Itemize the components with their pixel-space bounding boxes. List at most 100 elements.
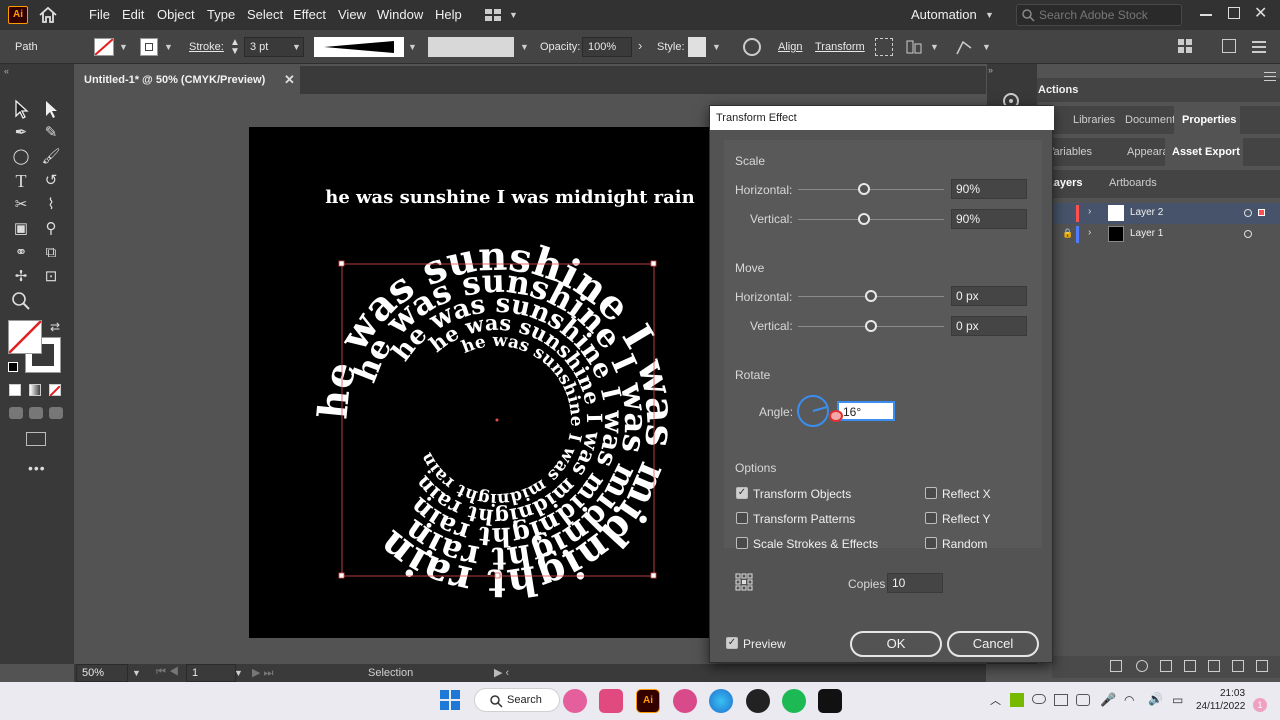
new-layer-icon[interactable] <box>1232 660 1244 672</box>
rotate-tool-icon[interactable]: ↺ <box>40 170 62 192</box>
layer-name[interactable]: Layer 2 <box>1130 207 1163 218</box>
opacity-field[interactable]: 100% <box>582 37 632 57</box>
paintbrush-tool-icon[interactable]: 🖌 <box>40 146 62 168</box>
collapse-panel-icon[interactable]: « <box>4 66 9 76</box>
reference-point-icon[interactable] <box>735 573 753 591</box>
tab-variables[interactable]: Variables <box>1047 146 1092 158</box>
layer-row-layer-1[interactable]: 🔒 › Layer 1 <box>1052 224 1280 245</box>
random-label[interactable]: Random <box>942 537 987 551</box>
artboard-tool-icon[interactable]: ⊡ <box>40 266 62 288</box>
resize-handle[interactable] <box>650 260 657 267</box>
swap-colors-icon[interactable]: ⇄ <box>50 320 60 334</box>
distribute-icon[interactable] <box>905 38 923 56</box>
reflect-y-checkbox[interactable] <box>925 512 937 524</box>
chevron-down-icon[interactable]: ▼ <box>985 10 994 20</box>
menu-edit[interactable]: Edit <box>122 7 144 22</box>
ok-button[interactable]: OK <box>850 631 942 657</box>
menu-effect[interactable]: Effect <box>293 7 326 22</box>
chevron-down-icon[interactable]: ▼ <box>132 668 141 678</box>
tray-chevron-up-icon[interactable]: ︿ <box>990 692 1001 708</box>
menu-view[interactable]: View <box>338 7 366 22</box>
move-horizontal-field[interactable]: 0 px <box>951 286 1027 306</box>
stroke-stepper-icon[interactable]: ▲ ▼ <box>230 38 240 57</box>
trash-icon[interactable] <box>1256 660 1268 672</box>
draw-normal-icon[interactable] <box>9 407 23 419</box>
puppet-warp-icon[interactable] <box>955 38 973 56</box>
app-icon-pink[interactable] <box>563 689 587 713</box>
chevron-down-icon[interactable]: ▼ <box>119 42 128 52</box>
menu-help[interactable]: Help <box>435 7 462 22</box>
chevron-down-icon[interactable]: ▼ <box>982 42 991 52</box>
spotify-icon[interactable] <box>782 689 806 713</box>
clock-date[interactable]: 24/11/2022 <box>1196 701 1245 712</box>
battery-icon[interactable]: ▭ <box>1172 693 1183 707</box>
angle-field[interactable]: 16° <box>837 401 895 421</box>
actions-title[interactable]: Actions <box>1038 84 1078 96</box>
chevron-down-icon[interactable]: ▼ <box>408 42 417 52</box>
transform-patterns-label[interactable]: Transform Patterns <box>753 512 855 526</box>
maximize-icon[interactable] <box>1228 7 1240 19</box>
nvidia-tray-icon[interactable] <box>1010 693 1024 707</box>
color-mode-icon[interactable] <box>9 384 21 396</box>
chevron-down-icon[interactable]: ▼ <box>234 668 243 678</box>
new-sublayer-icon[interactable] <box>1208 660 1220 672</box>
preview-checkbox[interactable]: ✓ <box>726 637 738 649</box>
draw-inside-icon[interactable] <box>49 407 63 419</box>
document-tab[interactable]: Untitled-1* @ 50% (CMYK/Preview) ✕ <box>74 66 300 94</box>
target-icon[interactable] <box>1244 209 1252 217</box>
arrange-documents-icon[interactable] <box>484 8 502 22</box>
chevron-down-icon[interactable]: ▼ <box>509 10 518 20</box>
preview-label[interactable]: Preview <box>743 637 786 651</box>
tab-asset-export[interactable]: Asset Export <box>1172 146 1240 158</box>
cancel-button[interactable]: Cancel <box>947 631 1039 657</box>
collapse-panel-icon[interactable]: » <box>988 65 993 75</box>
zoom-field[interactable]: 50% <box>76 664 128 682</box>
move-horizontal-knob[interactable] <box>865 290 877 302</box>
display-tray-icon[interactable] <box>1054 694 1068 706</box>
stroke-label[interactable]: Stroke: <box>189 41 224 53</box>
stroke-swatch[interactable] <box>140 38 158 56</box>
recolor-artwork-icon[interactable] <box>743 38 761 56</box>
graphic-style-swatch[interactable] <box>688 37 706 57</box>
scissors-tool-icon[interactable]: ✂ <box>10 194 32 216</box>
draw-behind-icon[interactable] <box>29 407 43 419</box>
zoom-tool-icon[interactable] <box>10 290 32 312</box>
workspace-switcher[interactable]: Automation <box>911 7 977 22</box>
artboard[interactable]: he was sunshine I was midnight rain he w… <box>249 127 709 638</box>
isolate-selection-icon[interactable] <box>875 38 893 56</box>
brush-profile-preview[interactable] <box>314 37 404 57</box>
move-vertical-field[interactable]: 0 px <box>951 316 1027 336</box>
stock-search-input[interactable]: Search Adobe Stock <box>1016 4 1182 26</box>
collect-export-icon[interactable] <box>1160 660 1172 672</box>
menu-type[interactable]: Type <box>207 7 235 22</box>
illustrator-taskbar-icon[interactable]: Ai <box>636 689 660 713</box>
fill-color-box[interactable] <box>8 320 42 354</box>
variable-width-profile[interactable] <box>428 37 514 57</box>
chevron-down-icon[interactable]: ▼ <box>520 42 529 52</box>
gradient-mode-icon[interactable] <box>29 384 41 396</box>
clock-time[interactable]: 21:03 <box>1220 688 1245 699</box>
menu-icon[interactable] <box>1252 41 1266 53</box>
align-button[interactable]: Align <box>778 41 802 53</box>
menu-select[interactable]: Select <box>247 7 283 22</box>
more-tools-icon[interactable]: ••• <box>28 460 46 476</box>
artboard-number-field[interactable]: 1 <box>186 664 236 682</box>
direct-selection-tool-icon[interactable] <box>40 98 62 120</box>
tab-libraries[interactable]: Libraries <box>1073 114 1115 126</box>
panel-toggle-icon[interactable] <box>1222 39 1236 53</box>
home-icon[interactable] <box>38 6 58 24</box>
menu-window[interactable]: Window <box>377 7 423 22</box>
target-icon[interactable] <box>1244 230 1252 238</box>
chevron-down-icon[interactable]: ▼ <box>292 42 301 52</box>
properties-grid-icon[interactable] <box>1178 39 1192 53</box>
screen-mode-icon[interactable] <box>26 432 46 446</box>
microphone-icon[interactable]: 🎤 <box>1100 692 1116 708</box>
chevron-down-icon[interactable]: ▼ <box>712 42 721 52</box>
cloud-tray-icon[interactable] <box>1032 694 1046 704</box>
edge-browser-icon[interactable] <box>709 689 733 713</box>
app-icon-messenger[interactable] <box>673 689 697 713</box>
chevron-right-icon[interactable]: › <box>638 38 642 53</box>
first-artboard-icon[interactable]: ⏮ ◀ <box>156 666 179 679</box>
expand-layer-icon[interactable]: › <box>1088 206 1091 217</box>
last-artboard-icon[interactable]: ▶ ⏭ <box>252 666 273 680</box>
